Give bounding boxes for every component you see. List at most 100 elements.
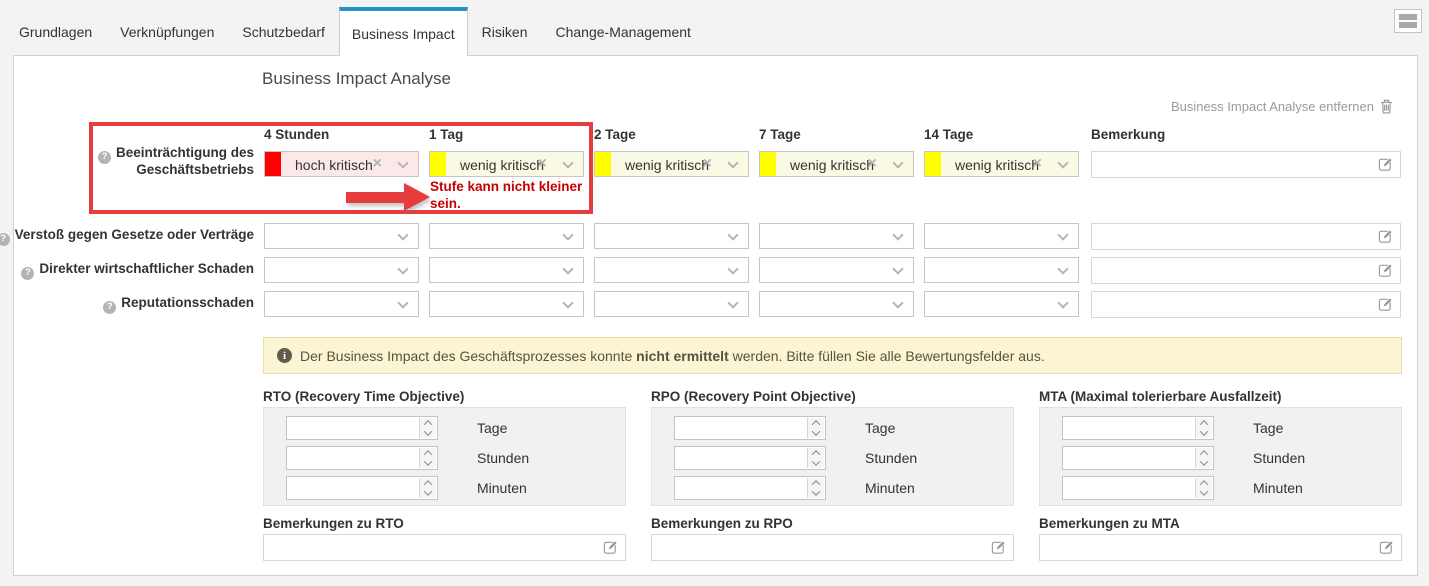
number-input[interactable] — [287, 477, 437, 499]
remove-analysis-link[interactable]: Business Impact Analyse entfernen — [1171, 99, 1393, 114]
rto-section-title: RTO (Recovery Time Objective) — [263, 389, 464, 404]
rpo-stunden-input[interactable] — [674, 446, 826, 470]
mta-minuten-input[interactable] — [1062, 476, 1214, 500]
validation-error-text: Stufe kann nicht kleiner sein. — [430, 178, 602, 212]
number-input[interactable] — [675, 417, 825, 439]
spinner-buttons[interactable] — [807, 448, 824, 468]
select-verstoss-1-tag[interactable] — [429, 223, 584, 249]
help-icon[interactable]: ? — [21, 267, 34, 280]
rpo-minuten-input[interactable] — [674, 476, 826, 500]
select-beeintraechtigung-1-tag[interactable]: wenig kritisch × — [429, 151, 584, 177]
mta-panel: Tage Stunden Minuten — [1039, 407, 1402, 506]
select-beeintraechtigung-7-tage[interactable]: wenig kritisch × — [759, 151, 914, 177]
clear-selection-icon[interactable]: × — [373, 155, 382, 173]
clear-selection-icon[interactable]: × — [868, 155, 877, 173]
rpo-bemerkung-input[interactable] — [652, 535, 1013, 560]
rto-tage-label: Tage — [477, 420, 507, 436]
spinner-down-icon[interactable] — [812, 427, 820, 435]
remove-analysis-label: Business Impact Analyse entfernen — [1171, 99, 1374, 114]
select-reputation-4-stunden[interactable] — [264, 291, 419, 317]
rto-bemerkung-input[interactable] — [264, 535, 625, 560]
select-reputation-2-tage[interactable] — [594, 291, 749, 317]
spinner-buttons[interactable] — [419, 418, 436, 438]
spinner-buttons[interactable] — [807, 478, 824, 498]
criticality-swatch-yellow — [925, 152, 941, 176]
spinner-down-icon[interactable] — [1200, 457, 1208, 465]
bemerkung-input[interactable] — [1092, 152, 1400, 177]
select-schaden-14-tage[interactable] — [924, 257, 1079, 283]
mta-stunden-input[interactable] — [1062, 446, 1214, 470]
tab-verknuepfungen[interactable]: Verknüpfungen — [106, 7, 228, 56]
number-input[interactable] — [1063, 477, 1213, 499]
spinner-buttons[interactable] — [1195, 418, 1212, 438]
select-verstoss-2-tage[interactable] — [594, 223, 749, 249]
rto-tage-input[interactable] — [286, 416, 438, 440]
edit-icon — [991, 540, 1006, 555]
bemerkung-field-row-2 — [1091, 223, 1401, 250]
spinner-down-icon[interactable] — [812, 487, 820, 495]
number-input[interactable] — [675, 447, 825, 469]
mta-bemerkung-input[interactable] — [1040, 535, 1401, 560]
spinner-buttons[interactable] — [419, 478, 436, 498]
trash-icon[interactable] — [1380, 99, 1393, 114]
rto-minuten-label: Minuten — [477, 480, 527, 496]
tab-change-management[interactable]: Change-Management — [542, 7, 705, 56]
help-icon[interactable]: ? — [98, 151, 111, 164]
spinner-down-icon[interactable] — [424, 487, 432, 495]
select-schaden-2-tage[interactable] — [594, 257, 749, 283]
select-beeintraechtigung-4-stunden[interactable]: hoch kritisch × — [264, 151, 419, 177]
rpo-tage-input[interactable] — [674, 416, 826, 440]
select-schaden-1-tag[interactable] — [429, 257, 584, 283]
spinner-down-icon[interactable] — [424, 427, 432, 435]
mta-tage-input[interactable] — [1062, 416, 1214, 440]
bemerkung-input[interactable] — [1092, 258, 1400, 283]
select-verstoss-14-tage[interactable] — [924, 223, 1079, 249]
chevron-down-icon — [1057, 263, 1068, 274]
clear-selection-icon[interactable]: × — [538, 155, 547, 173]
business-impact-panel: Business Impact Analyse Business Impact … — [13, 55, 1418, 576]
edit-icon — [1378, 229, 1393, 244]
rpo-tage-label: Tage — [865, 420, 895, 436]
tab-risiken[interactable]: Risiken — [468, 7, 542, 56]
tab-schutzbedarf[interactable]: Schutzbedarf — [228, 7, 339, 56]
number-input[interactable] — [675, 477, 825, 499]
help-icon[interactable]: ? — [103, 301, 116, 314]
chevron-down-icon — [562, 229, 573, 240]
spinner-down-icon[interactable] — [1200, 427, 1208, 435]
tab-grundlagen[interactable]: Grundlagen — [13, 7, 106, 56]
select-verstoss-7-tage[interactable] — [759, 223, 914, 249]
spinner-down-icon[interactable] — [424, 457, 432, 465]
spinner-down-icon[interactable] — [812, 457, 820, 465]
bemerkung-field-row-1 — [1091, 151, 1401, 178]
select-schaden-7-tage[interactable] — [759, 257, 914, 283]
select-beeintraechtigung-14-tage[interactable]: wenig kritisch × — [924, 151, 1079, 177]
bemerkung-input[interactable] — [1092, 292, 1400, 317]
rpo-bemerkung-label: Bemerkungen zu RPO — [651, 516, 793, 531]
select-reputation-7-tage[interactable] — [759, 291, 914, 317]
help-icon[interactable]: ? — [0, 233, 10, 246]
clear-selection-icon[interactable]: × — [703, 155, 712, 173]
select-beeintraechtigung-2-tage[interactable]: wenig kritisch × — [594, 151, 749, 177]
rto-stunden-input[interactable] — [286, 446, 438, 470]
number-input[interactable] — [1063, 417, 1213, 439]
spinner-buttons[interactable] — [419, 448, 436, 468]
rpo-minuten-label: Minuten — [865, 480, 915, 496]
number-input[interactable] — [287, 447, 437, 469]
clear-selection-icon[interactable]: × — [1033, 155, 1042, 173]
rto-minuten-input[interactable] — [286, 476, 438, 500]
spinner-buttons[interactable] — [807, 418, 824, 438]
select-reputation-14-tage[interactable] — [924, 291, 1079, 317]
rto-bemerkung-field — [263, 534, 626, 561]
spinner-buttons[interactable] — [1195, 478, 1212, 498]
select-verstoss-4-stunden[interactable] — [264, 223, 419, 249]
number-input[interactable] — [1063, 447, 1213, 469]
number-input[interactable] — [287, 417, 437, 439]
spinner-down-icon[interactable] — [1200, 487, 1208, 495]
tab-business-impact[interactable]: Business Impact — [339, 7, 468, 56]
spinner-buttons[interactable] — [1195, 448, 1212, 468]
select-schaden-4-stunden[interactable] — [264, 257, 419, 283]
select-reputation-1-tag[interactable] — [429, 291, 584, 317]
info-icon: i — [277, 348, 292, 363]
list-view-icon[interactable] — [1394, 9, 1422, 33]
bemerkung-input[interactable] — [1092, 224, 1400, 249]
